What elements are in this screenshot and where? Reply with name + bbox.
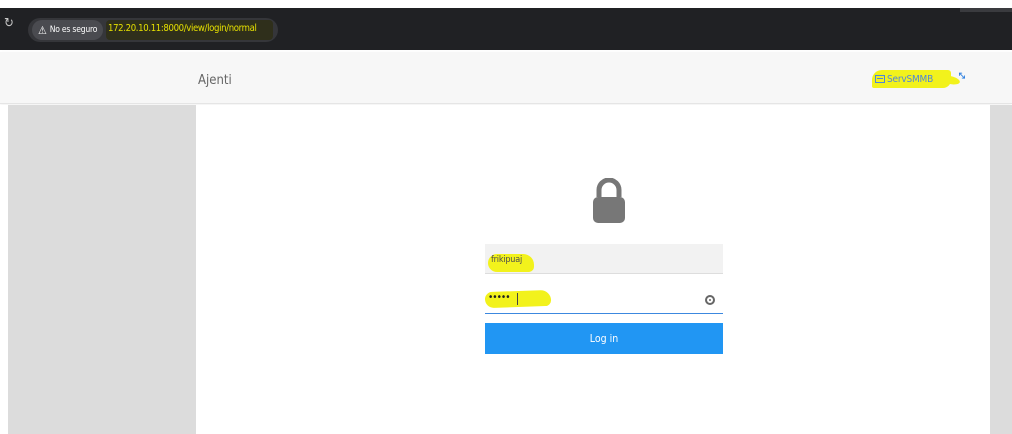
text-cursor xyxy=(517,293,518,305)
login-button[interactable]: Log in xyxy=(485,323,723,354)
address-url[interactable]: 172.20.10.11:8000/view/login/normal xyxy=(108,23,257,34)
password-field[interactable]: ••••• xyxy=(484,284,723,314)
eye-icon[interactable] xyxy=(705,295,715,305)
app-header: Ajenti ServSMMB ↕ xyxy=(0,52,1012,104)
security-label: No es seguro xyxy=(49,25,98,35)
app-title: Ajenti xyxy=(198,73,232,88)
password-value: ••••• xyxy=(488,292,511,303)
username-value: frikipuaj xyxy=(491,255,523,265)
security-indicator[interactable]: ⚠ No es seguro xyxy=(32,20,104,40)
reload-icon[interactable]: ↻ xyxy=(4,16,18,32)
username-field[interactable]: frikipuaj xyxy=(485,244,723,274)
lock-icon xyxy=(593,178,625,223)
left-gutter xyxy=(0,105,8,434)
server-icon xyxy=(875,75,885,83)
browser-toolbar: ↻ ⚠ No es seguro 172.20.10.11:8000/view/… xyxy=(0,0,1012,52)
warning-icon: ⚠ xyxy=(38,23,47,37)
server-name: ServSMMB xyxy=(887,73,934,85)
